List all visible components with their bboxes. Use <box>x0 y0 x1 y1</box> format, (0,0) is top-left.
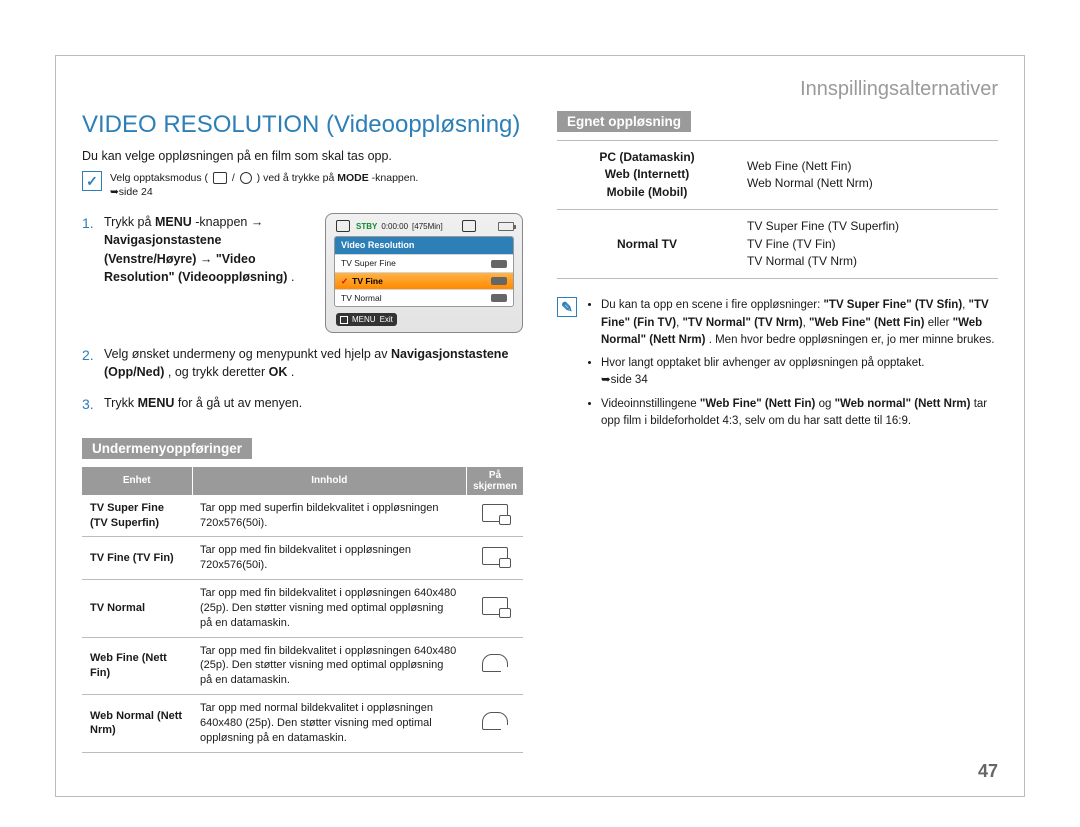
table-row: Web Fine (Nett Fin) Tar opp med fin bild… <box>82 637 523 695</box>
submenu-section-bar: Undermenyoppføringer <box>82 438 252 459</box>
manual-page: Innspillingsalternativer VIDEO RESOLUTIO… <box>55 55 1025 797</box>
fit-values: TV Super Fine (TV Superfin) TV Fine (TV … <box>737 210 998 279</box>
left-column: VIDEO RESOLUTION (Videooppløsning) Du ka… <box>82 111 523 776</box>
mode-icon <box>336 220 350 232</box>
resolution-normal-icon <box>482 597 508 615</box>
lcd-menu-item: TV Normal <box>335 289 513 306</box>
th-content: Innhold <box>192 467 467 495</box>
list-item: Du kan ta opp en scene i fire oppløsning… <box>601 297 998 349</box>
page-number: 47 <box>978 761 998 782</box>
quality-icon <box>491 260 507 268</box>
fit-category: PC (Datamaskin) Web (Internett) Mobile (… <box>557 141 737 210</box>
th-onscreen: På skjermen <box>467 467 523 495</box>
quality-icon <box>491 277 507 285</box>
table-row: TV Fine (TV Fin) Tar opp med fin bildekv… <box>82 537 523 580</box>
fit-values: Web Fine (Nett Fin) Web Normal (Nett Nrm… <box>737 141 998 210</box>
lcd-exit-hint: MENU Exit <box>336 313 397 327</box>
submenu-table: Enhet Innhold På skjermen TV Super Fine … <box>82 467 523 753</box>
stby-label: STBY <box>356 221 377 233</box>
mode-note: ✓ Velg opptaksmodus ( / ) ved å trykke p… <box>82 171 523 199</box>
list-item: Videoinnstillingene "Web Fine" (Nett Fin… <box>601 396 998 431</box>
check-note-icon: ✓ <box>82 171 102 191</box>
resolution-webnormal-icon <box>482 712 508 730</box>
right-column: Egnet oppløsning PC (Datamaskin) Web (In… <box>557 111 998 776</box>
resolution-superfine-icon <box>482 504 508 522</box>
th-unit: Enhet <box>82 467 192 495</box>
table-row: Normal TV TV Super Fine (TV Superfin) TV… <box>557 210 998 279</box>
list-item: Hvor langt opptaket blir avhenger av opp… <box>601 355 998 390</box>
steps-list: Trykk på MENU -knappen → Navigasjonstast… <box>82 213 523 411</box>
camcorder-icon <box>213 172 227 184</box>
section-header: Innspillingsalternativer <box>82 78 998 101</box>
camera-icon <box>240 172 252 184</box>
info-note-icon: ✎ <box>557 297 577 317</box>
check-icon: ✓ <box>341 275 348 287</box>
lcd-menu-title: Video Resolution <box>335 237 513 254</box>
intro-text: Du kan velge oppløsningen på en film som… <box>82 149 523 163</box>
two-column-layout: VIDEO RESOLUTION (Videooppløsning) Du ka… <box>82 111 998 776</box>
step-2: Velg ønsket undermeny og menypunkt ved h… <box>82 345 523 381</box>
lcd-menu-item: TV Super Fine <box>335 254 513 271</box>
stby-remaining: [475Min] <box>412 221 443 233</box>
page-title: VIDEO RESOLUTION (Videooppløsning) <box>82 111 523 139</box>
table-row: TV Super Fine (TV Superfin) Tar opp med … <box>82 495 523 537</box>
table-row: Web Normal (Nett Nrm) Tar opp med normal… <box>82 695 523 753</box>
fit-table: PC (Datamaskin) Web (Internett) Mobile (… <box>557 140 998 279</box>
info-bullet-list: Du kan ta opp en scene i fire oppløsning… <box>587 297 998 436</box>
quality-icon <box>491 294 507 302</box>
battery-icon <box>498 222 514 231</box>
fit-category: Normal TV <box>557 210 737 279</box>
step-3: Trykk MENU for å gå ut av menyen. <box>82 394 523 412</box>
table-row: PC (Datamaskin) Web (Internett) Mobile (… <box>557 141 998 210</box>
mode-note-text: Velg opptaksmodus ( / ) ved å trykke på … <box>110 171 418 199</box>
camera-lcd-screenshot: STBY 0:00:00 [475Min] Video Resolution T… <box>325 213 523 333</box>
lcd-menu-panel: Video Resolution TV Super Fine ✓TV Fine … <box>334 236 514 307</box>
step-1: Trykk på MENU -knappen → Navigasjonstast… <box>82 213 523 333</box>
stby-time: 0:00:00 <box>381 221 408 233</box>
card-icon <box>462 220 476 232</box>
resolution-fine-icon <box>482 547 508 565</box>
menu-square-icon <box>340 316 348 324</box>
fit-section-bar: Egnet oppløsning <box>557 111 691 132</box>
lcd-menu-item-selected: ✓TV Fine <box>335 272 513 289</box>
info-note: ✎ Du kan ta opp en scene i fire oppløsni… <box>557 297 998 436</box>
table-row: TV Normal Tar opp med fin bildekvalitet … <box>82 580 523 638</box>
resolution-webfine-icon <box>482 654 508 672</box>
